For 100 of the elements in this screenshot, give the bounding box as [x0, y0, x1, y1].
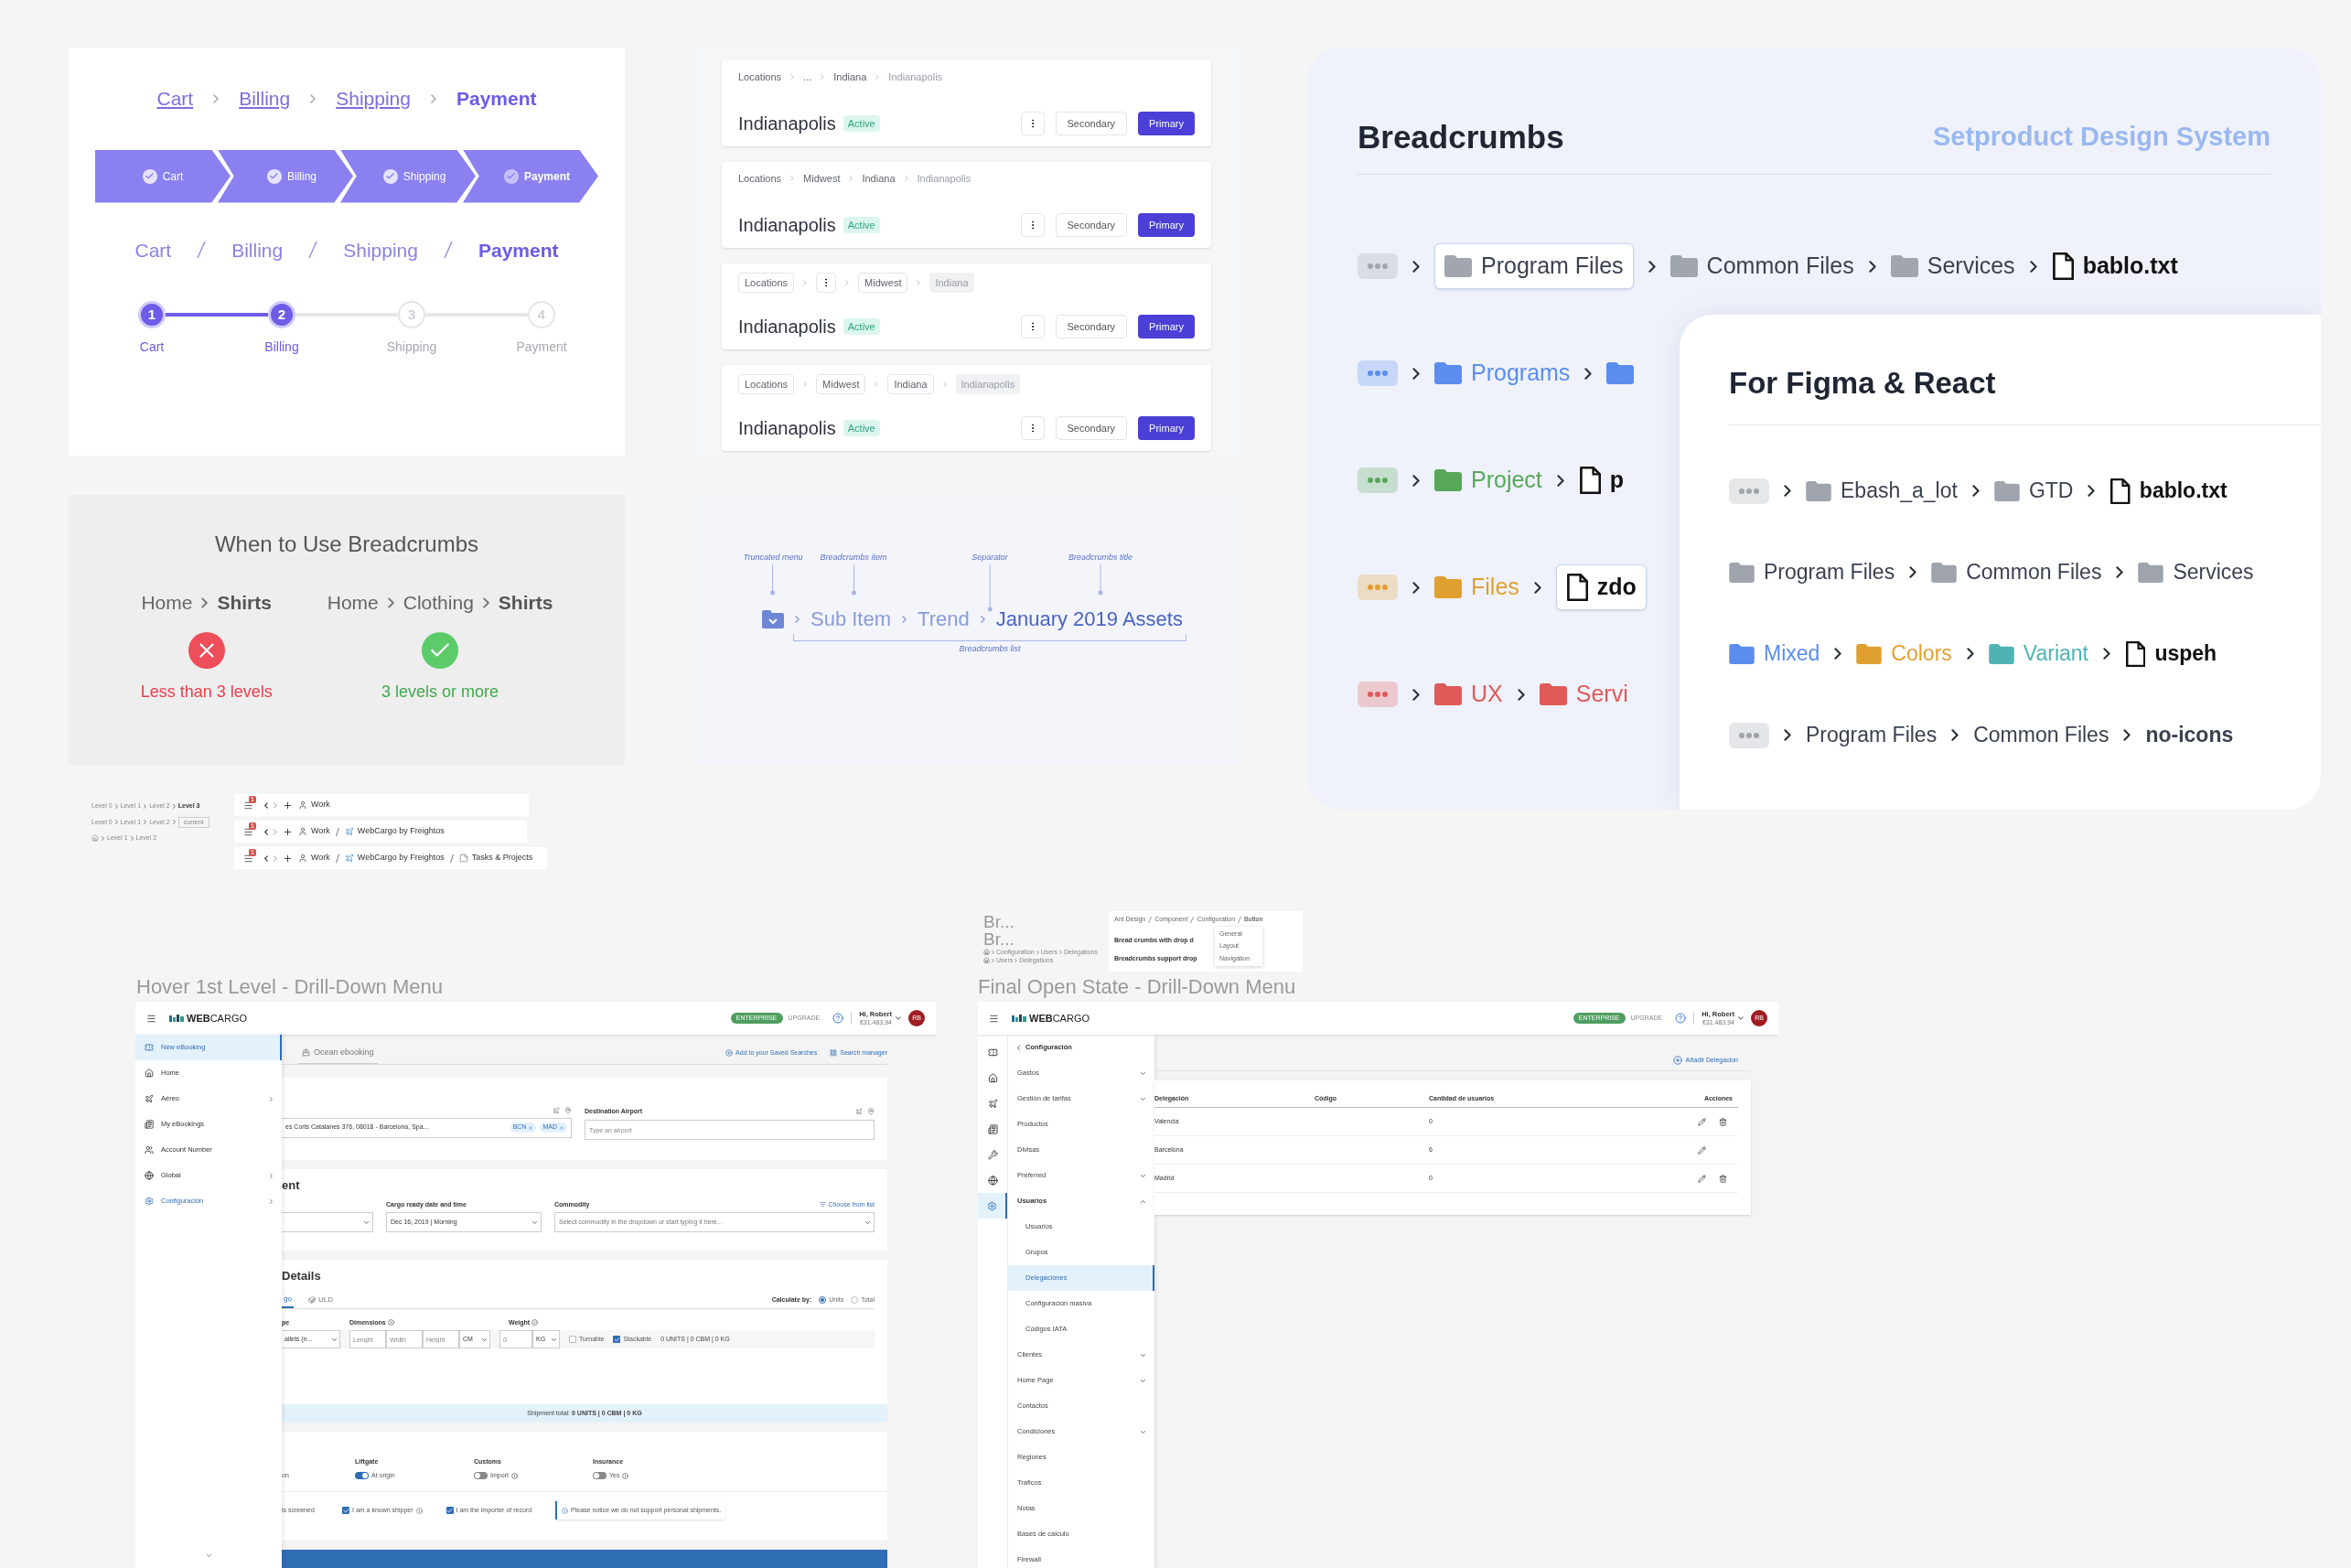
toggle-switch[interactable]: [474, 1472, 488, 1480]
edit-icon[interactable]: [1698, 1145, 1706, 1155]
cargo-tab[interactable]: go: [282, 1292, 294, 1308]
breadcrumb-link[interactable]: Indiana: [862, 171, 896, 187]
breadcrumb-link[interactable]: Payment: [478, 235, 559, 264]
toggle-switch[interactable]: [355, 1472, 369, 1480]
breadcrumb-item[interactable]: bablo.txt: [2051, 243, 2178, 289]
edit-icon[interactable]: [1698, 1174, 1706, 1183]
primary-button[interactable]: Primary: [1138, 315, 1195, 338]
chevron-icon[interactable]: [206, 1554, 211, 1557]
breadcrumb-link[interactable]: Midwest: [858, 273, 908, 293]
breadcrumb-item[interactable]: Work: [298, 852, 330, 865]
remove-icon[interactable]: [559, 1124, 564, 1131]
breadcrumb-item[interactable]: Services: [2138, 549, 2254, 596]
chevron-icon: [1517, 688, 1525, 701]
add-icon[interactable]: [283, 826, 293, 837]
ebooking-tab[interactable]: Ocean ebooking: [298, 1047, 378, 1064]
breadcrumb-item[interactable]: no-icons: [2145, 712, 2234, 758]
breadcrumb-item[interactable]: uspeh: [2125, 630, 2217, 677]
breadcrumb-item[interactable]: GTD: [1993, 467, 2074, 514]
breadcrumb-link[interactable]: Locations: [738, 70, 782, 85]
brand-name: WEBCARGO: [187, 1011, 247, 1026]
checkbox[interactable]: [569, 1336, 576, 1344]
help-icon[interactable]: [832, 1013, 844, 1024]
delete-icon[interactable]: [1719, 1117, 1727, 1126]
primary-button[interactable]: Primary: [1138, 416, 1195, 440]
breadcrumb-link[interactable]: Locations: [738, 171, 782, 187]
breadcrumb-item[interactable]: p: [1578, 457, 1625, 503]
folder-icon: [762, 609, 784, 628]
breadcrumb-link[interactable]: Midwest: [803, 171, 841, 187]
menu-icon[interactable]: [243, 853, 253, 864]
ellipsis-button[interactable]: [1358, 682, 1398, 707]
menu-icon[interactable]: [243, 826, 253, 837]
back-icon[interactable]: [264, 828, 268, 835]
person-icon: [298, 800, 307, 810]
chevron-icon: [172, 803, 176, 809]
breadcrumb-link[interactable]: Shipping: [336, 84, 411, 113]
ellipsis-button[interactable]: [1729, 722, 1769, 748]
back-icon[interactable]: [264, 801, 268, 809]
checkbox[interactable]: [342, 1507, 349, 1515]
breadcrumb-item[interactable]: zdo: [1555, 564, 1647, 610]
ellipsis-button[interactable]: [1358, 575, 1398, 600]
primary-button[interactable]: Primary: [1138, 112, 1195, 135]
select-field[interactable]: [282, 1212, 373, 1233]
breadcrumb-item[interactable]: Tasks & Projects: [458, 852, 533, 865]
breadcrumb-item[interactable]: Common Files: [1669, 243, 1854, 289]
add-icon[interactable]: [283, 800, 293, 811]
cargo-tab[interactable]: ULD: [306, 1292, 335, 1308]
delete-icon[interactable]: [1719, 1174, 1727, 1183]
breadcrumb-link[interactable]: Locations: [738, 374, 795, 394]
secondary-button[interactable]: Secondary: [1055, 315, 1128, 338]
check-icon: [267, 168, 282, 184]
breadcrumb-link[interactable]: Indiana: [887, 374, 934, 394]
add-icon[interactable]: [283, 853, 293, 864]
secondary-button[interactable]: Secondary: [1055, 416, 1128, 440]
forward-icon[interactable]: [274, 854, 277, 862]
help-icon[interactable]: [1675, 1013, 1687, 1024]
checkbox[interactable]: [613, 1336, 621, 1344]
primary-button[interactable]: Primary: [1138, 213, 1195, 237]
menu-icon[interactable]: [989, 1013, 999, 1024]
forward-icon[interactable]: [274, 828, 277, 835]
chevron-icon[interactable]: [896, 1016, 901, 1020]
breadcrumb-item[interactable]: Common Files: [1973, 712, 2109, 758]
breadcrumb-item[interactable]: WebCargo by Freightos: [344, 852, 445, 865]
breadcrumb-link[interactable]: Midwest: [816, 374, 866, 394]
breadcrumb-item[interactable]: Program Files: [1806, 712, 1938, 758]
breadcrumb-item[interactable]: Program Files: [1434, 243, 1634, 289]
menu-icon[interactable]: [243, 800, 253, 811]
breadcrumb-item[interactable]: WebCargo by Freightos: [344, 825, 445, 838]
checkbox[interactable]: [446, 1507, 454, 1515]
breadcrumb-item[interactable]: Work: [298, 799, 330, 811]
back-icon[interactable]: [264, 854, 268, 862]
ellipsis-button[interactable]: [1729, 478, 1769, 504]
ellipsis-button[interactable]: [1358, 467, 1398, 493]
secondary-button[interactable]: Secondary: [1055, 213, 1128, 237]
breadcrumb-link[interactable]: ...: [803, 70, 812, 85]
chevron-icon[interactable]: [1738, 1016, 1744, 1020]
remove-icon[interactable]: [528, 1124, 534, 1131]
breadcrumb-link[interactable]: Locations: [738, 273, 795, 293]
breadcrumb-link[interactable]: Billing: [239, 84, 291, 113]
forward-icon[interactable]: [274, 801, 277, 809]
page-title: Indianapolis: [738, 113, 836, 135]
breadcrumb-link[interactable]: Cart: [156, 84, 194, 113]
secondary-button[interactable]: Secondary: [1055, 112, 1128, 135]
breadcrumb-item[interactable]: Work: [298, 825, 330, 838]
toggle-switch[interactable]: [593, 1472, 607, 1480]
file-icon: [1565, 574, 1588, 601]
breadcrumb-item[interactable]: Program Files: [1729, 549, 1895, 596]
breadcrumb-item[interactable]: Common Files: [1931, 549, 2102, 596]
breadcrumb-item[interactable]: Services: [1890, 243, 2015, 289]
ellipsis-button[interactable]: [1358, 360, 1398, 386]
edit-icon[interactable]: [1698, 1117, 1706, 1126]
breadcrumb-item[interactable]: bablo.txt: [2109, 467, 2228, 514]
breadcrumb-item[interactable]: Ebash_a_lot: [1806, 467, 1958, 514]
expand-icon: [1141, 1097, 1145, 1101]
breadcrumb-link[interactable]: Payment: [456, 84, 537, 113]
breadcrumb-link[interactable]: Indiana: [833, 70, 867, 85]
rail-button[interactable]: [978, 1193, 1007, 1219]
menu-icon[interactable]: [146, 1013, 156, 1024]
ellipsis-button[interactable]: [1358, 253, 1398, 279]
